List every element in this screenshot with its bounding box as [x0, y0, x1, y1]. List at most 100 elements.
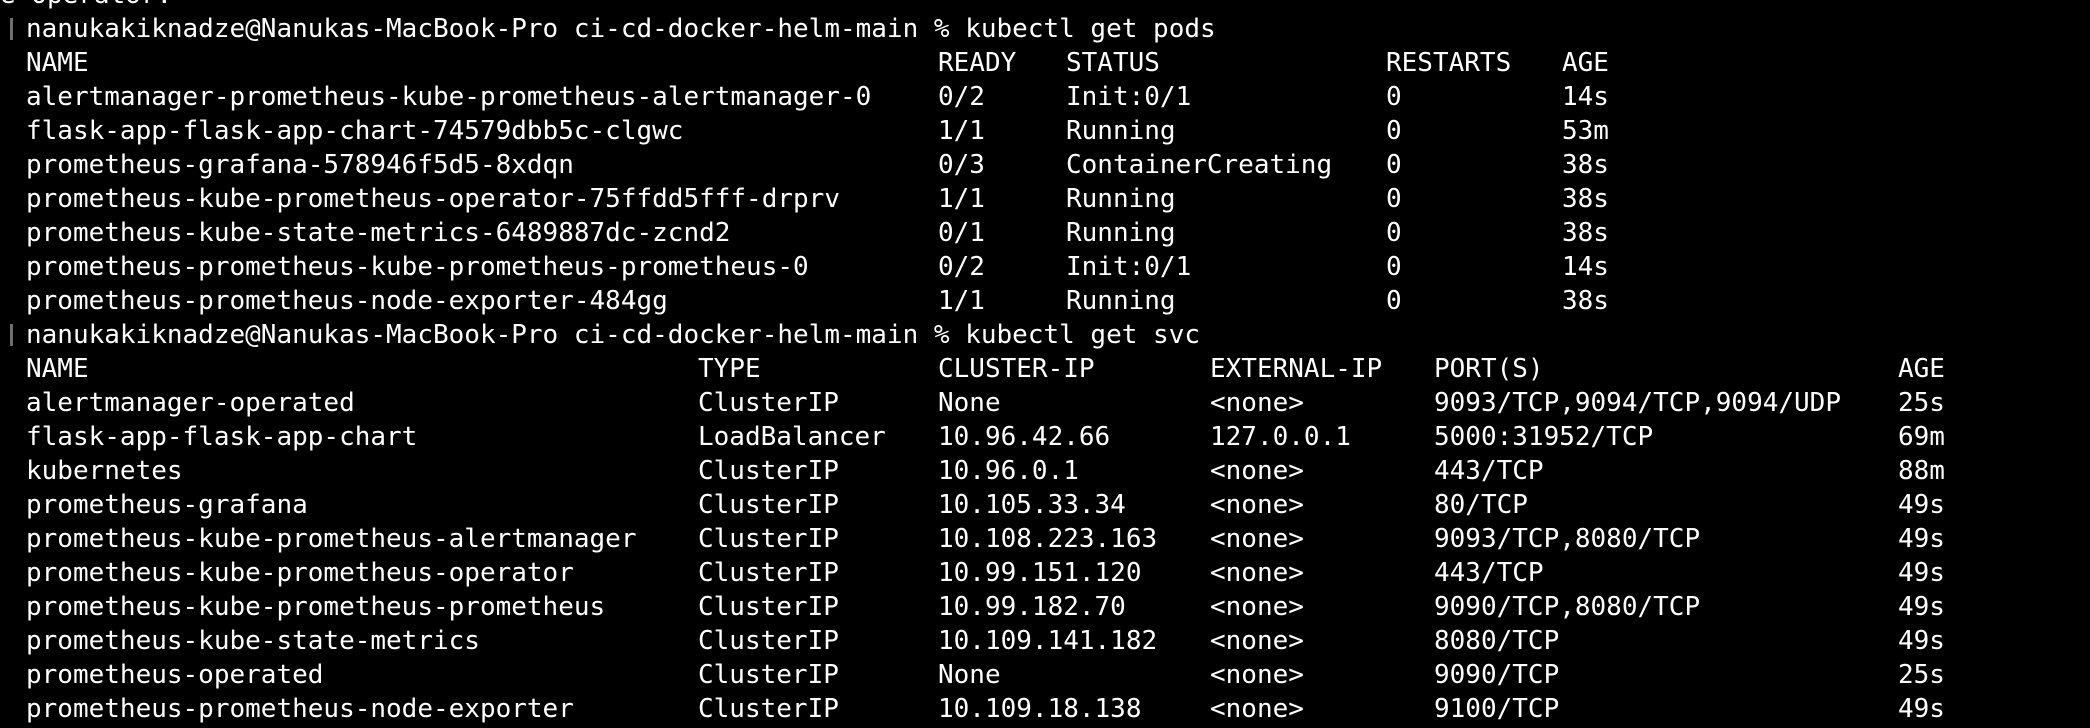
- pod-age-cell: 38s: [1562, 286, 1609, 316]
- pod-age-cell: 38s: [1562, 218, 1609, 248]
- svc-name-cell: alertmanager-operated: [26, 388, 355, 418]
- prompt-line: nanukakiknadze@Nanukas-MacBook-Pro ci-cd…: [0, 318, 2090, 352]
- svc-age-cell: 49s: [1898, 490, 1945, 520]
- pods-table-header: NAME READY STATUS RESTARTS AGE: [0, 46, 2090, 80]
- svc-cluster-ip-cell: None: [938, 660, 1001, 690]
- pod-header-status: STATUS: [1066, 48, 1160, 78]
- svc-ports-cell: 9093/TCP,9094/TCP,9094/UDP: [1434, 388, 1841, 418]
- svc-name-cell: prometheus-kube-prometheus-alertmanager: [26, 524, 637, 554]
- pod-name-cell: prometheus-grafana-578946f5d5-8xdqn: [26, 150, 574, 180]
- pod-status-cell: Running: [1066, 116, 1176, 146]
- pod-ready-cell: 0/1: [938, 218, 985, 248]
- svc-type-cell: ClusterIP: [698, 592, 839, 622]
- svc-age-cell: 49s: [1898, 694, 1945, 724]
- svc-cluster-ip-cell: 10.96.0.1: [938, 456, 1079, 486]
- svc-name-cell: flask-app-flask-app-chart: [26, 422, 418, 452]
- svc-name-cell: kubernetes: [26, 456, 183, 486]
- svc-type-cell: ClusterIP: [698, 660, 839, 690]
- pod-restarts-cell: 0: [1386, 218, 1402, 248]
- svc-header-type: TYPE: [698, 354, 761, 384]
- svc-external-ip-cell: <none>: [1210, 456, 1304, 486]
- svc-row: flask-app-flask-app-chart LoadBalancer 10.…: [0, 420, 2090, 454]
- pod-restarts-cell: 0: [1386, 116, 1402, 146]
- svc-row: alertmanager-operated ClusterIP None <none>…: [0, 386, 2090, 420]
- svc-age-cell: 25s: [1898, 388, 1945, 418]
- pod-ready-cell: 0/2: [938, 82, 985, 112]
- svc-external-ip-cell: <none>: [1210, 592, 1304, 622]
- prompt-line: nanukakiknadze@Nanukas-MacBook-Pro ci-cd…: [0, 12, 2090, 46]
- svc-type-cell: ClusterIP: [698, 626, 839, 656]
- svc-ports-cell: 443/TCP: [1434, 558, 1544, 588]
- svc-type-cell: ClusterIP: [698, 388, 839, 418]
- svc-cluster-ip-cell: 10.99.151.120: [938, 558, 1142, 588]
- pod-name-cell: prometheus-kube-prometheus-operator-75ff…: [26, 184, 840, 214]
- svc-row: prometheus-grafana ClusterIP 10.105.33.34 <…: [0, 488, 2090, 522]
- prompt-command: nanukakiknadze@Nanukas-MacBook-Pro ci-cd…: [26, 318, 1200, 352]
- svc-cluster-ip-cell: 10.109.141.182: [938, 626, 1158, 656]
- prompt-marker-icon: [10, 18, 13, 40]
- svc-row: prometheus-kube-prometheus-alertmanager C…: [0, 522, 2090, 556]
- pod-restarts-cell: 0: [1386, 184, 1402, 214]
- pod-age-cell: 38s: [1562, 150, 1609, 180]
- pod-row: prometheus-grafana-578946f5d5-8xdqn 0/3 Co…: [0, 148, 2090, 182]
- pod-ready-cell: 0/3: [938, 150, 985, 180]
- svc-cluster-ip-cell: 10.108.223.163: [938, 524, 1158, 554]
- pod-age-cell: 53m: [1562, 116, 1609, 146]
- pod-name-cell: alertmanager-prometheus-kube-prometheus-…: [26, 82, 872, 112]
- pod-age-cell: 38s: [1562, 184, 1609, 214]
- pod-restarts-cell: 0: [1386, 82, 1402, 112]
- pod-ready-cell: 1/1: [938, 184, 985, 214]
- pod-ready-cell: 1/1: [938, 286, 985, 316]
- pod-ready-cell: 1/1: [938, 116, 985, 146]
- pod-header-restarts: RESTARTS: [1386, 48, 1512, 78]
- previous-output-text: e Operator.: [0, 0, 172, 12]
- svc-external-ip-cell: <none>: [1210, 694, 1304, 724]
- pod-ready-cell: 0/2: [938, 252, 985, 282]
- svc-age-cell: 49s: [1898, 626, 1945, 656]
- svc-ports-cell: 443/TCP: [1434, 456, 1544, 486]
- svc-row: kubernetes ClusterIP 10.96.0.1 <none> 443/TC…: [0, 454, 2090, 488]
- pod-status-cell: Running: [1066, 286, 1176, 316]
- svc-name-cell: prometheus-kube-prometheus-prometheus: [26, 592, 606, 622]
- svc-name-cell: prometheus-prometheus-node-exporter: [26, 694, 574, 724]
- svc-header-ports: PORT(S): [1434, 354, 1544, 384]
- pod-header-ready: READY: [938, 48, 1017, 78]
- pod-restarts-cell: 0: [1386, 252, 1402, 282]
- svc-type-cell: LoadBalancer: [698, 422, 886, 452]
- pod-name-cell: prometheus-kube-state-metrics-6489887dc-…: [26, 218, 731, 248]
- pod-status-cell: Running: [1066, 184, 1176, 214]
- pod-status-cell: ContainerCreating: [1066, 150, 1333, 180]
- svc-type-cell: ClusterIP: [698, 558, 839, 588]
- prompt-marker-icon: [10, 324, 13, 346]
- svc-age-cell: 49s: [1898, 524, 1945, 554]
- pod-name-cell: prometheus-prometheus-node-exporter-484g…: [26, 286, 668, 316]
- svc-cluster-ip-cell: 10.96.42.66: [938, 422, 1111, 452]
- pod-age-cell: 14s: [1562, 82, 1609, 112]
- pod-row: prometheus-prometheus-kube-prometheus-pr…: [0, 250, 2090, 284]
- svc-cluster-ip-cell: 10.105.33.34: [938, 490, 1126, 520]
- svc-header-age: AGE: [1898, 354, 1945, 384]
- svc-age-cell: 49s: [1898, 558, 1945, 588]
- pod-status-cell: Running: [1066, 218, 1176, 248]
- pod-header-age: AGE: [1562, 48, 1609, 78]
- svc-external-ip-cell: <none>: [1210, 660, 1304, 690]
- svc-row: prometheus-kube-state-metrics ClusterIP 10…: [0, 624, 2090, 658]
- pod-row: flask-app-flask-app-chart-74579dbb5c-clg…: [0, 114, 2090, 148]
- svc-type-cell: ClusterIP: [698, 456, 839, 486]
- terminal-window[interactable]: e Operator. nanukakiknadze@Nanukas-MacBoo…: [0, 0, 2090, 726]
- svc-type-cell: ClusterIP: [698, 694, 839, 724]
- svc-external-ip-cell: <none>: [1210, 626, 1304, 656]
- pod-name-cell: flask-app-flask-app-chart-74579dbb5c-clg…: [26, 116, 684, 146]
- svc-external-ip-cell: <none>: [1210, 388, 1304, 418]
- svc-ports-cell: 5000:31952/TCP: [1434, 422, 1654, 452]
- pod-status-cell: Init:0/1: [1066, 252, 1192, 282]
- pod-restarts-cell: 0: [1386, 150, 1402, 180]
- pod-age-cell: 14s: [1562, 252, 1609, 282]
- svc-cluster-ip-cell: 10.109.18.138: [938, 694, 1142, 724]
- pod-row: alertmanager-prometheus-kube-prometheus-…: [0, 80, 2090, 114]
- pod-header-name: NAME: [26, 48, 89, 78]
- svc-name-cell: prometheus-kube-prometheus-operator: [26, 558, 574, 588]
- svc-cluster-ip-cell: None: [938, 388, 1001, 418]
- svc-external-ip-cell: 127.0.0.1: [1210, 422, 1351, 452]
- svc-ports-cell: 80/TCP: [1434, 490, 1528, 520]
